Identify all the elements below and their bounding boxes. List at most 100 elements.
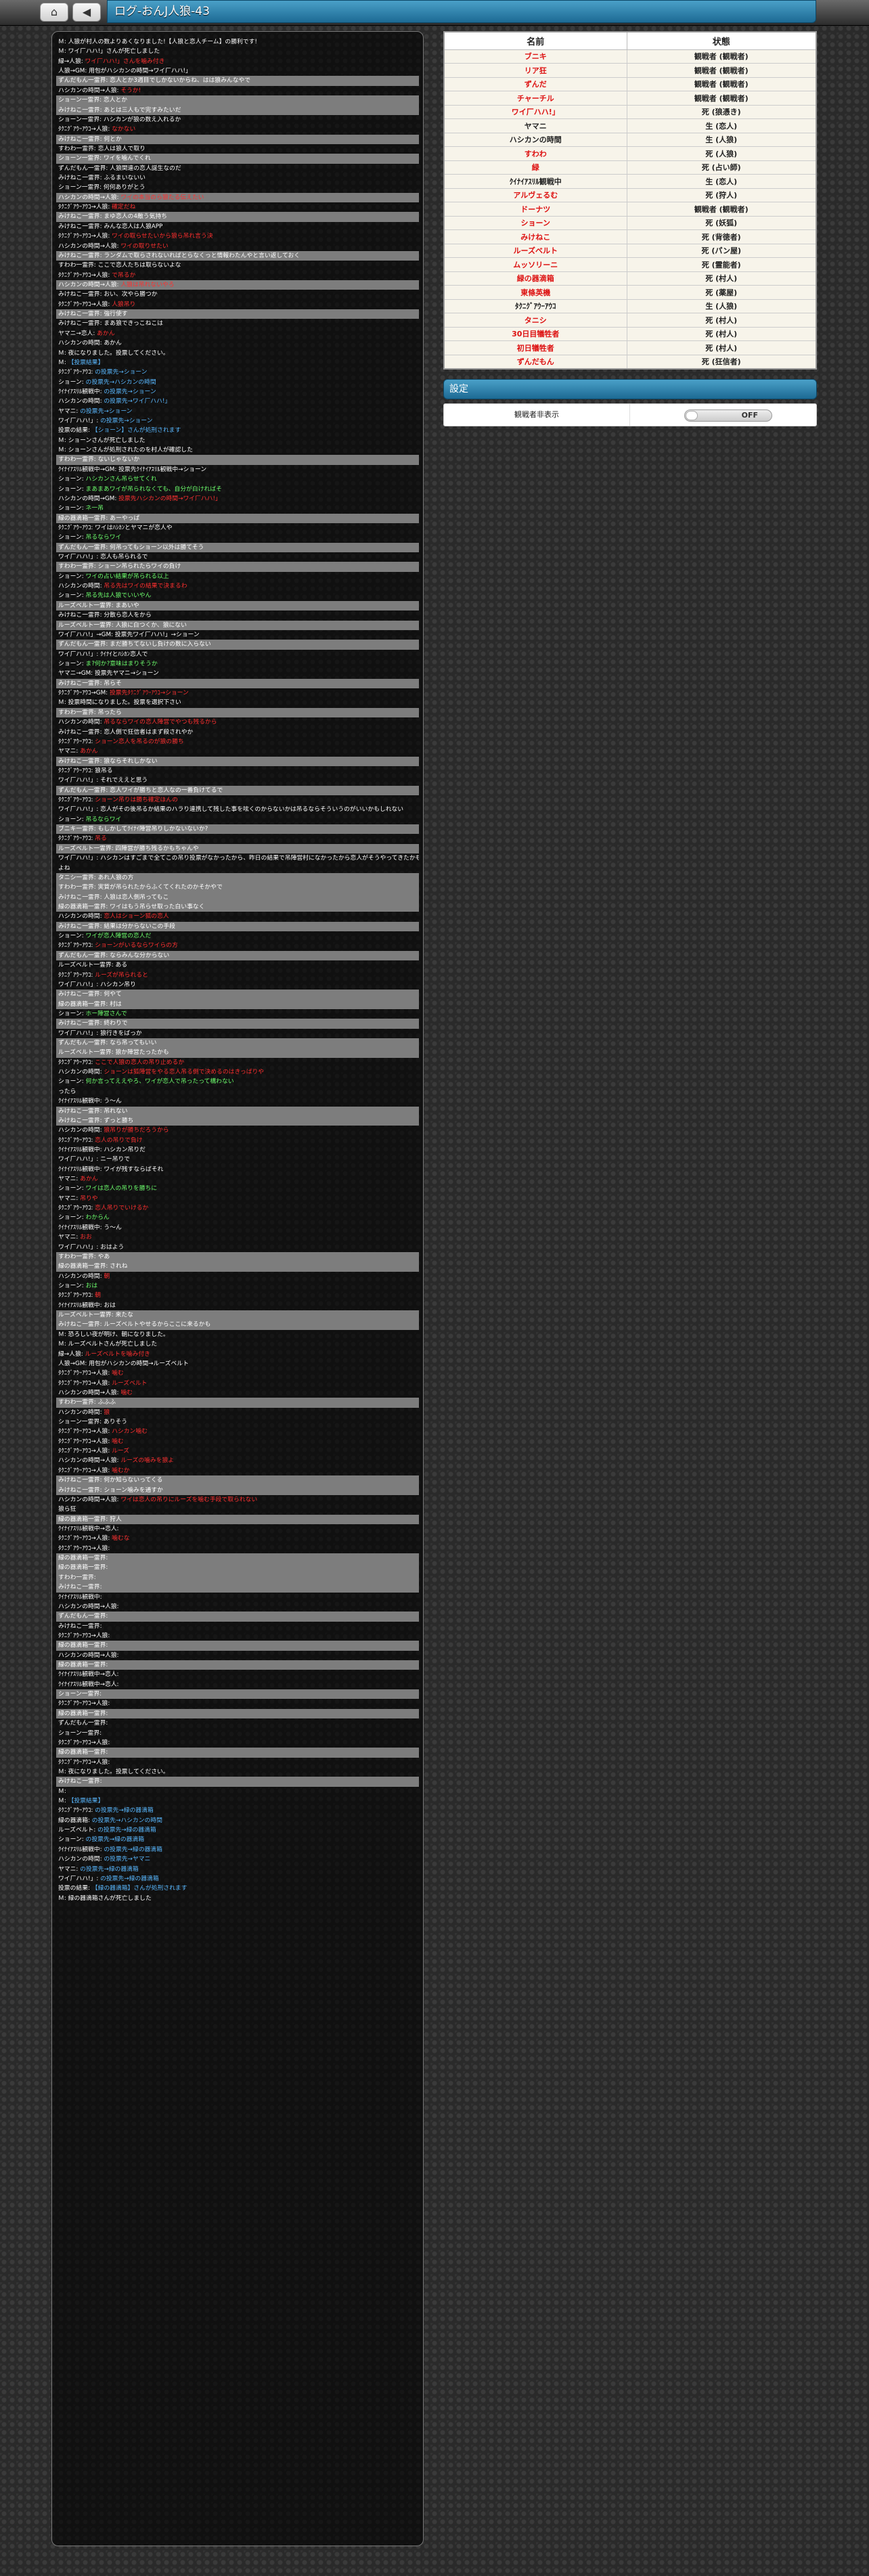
log-speaker: すわわ一霊界 [58,884,94,891]
log-message: 吊らそ [104,680,122,687]
log-speaker: ハシカンの時間→人狼 [58,242,117,250]
log-speaker: みけねこ一霊界 [58,1477,100,1484]
log-line: ﾀｸﾆｸﾞｱｳｰｱｳｺ→人狼: [56,1544,419,1553]
log-speaker: みけねこ一霊界 [58,1321,100,1329]
hide-spectators-toggle[interactable]: OFF [684,409,772,422]
player-status: 死 (村人) [626,271,817,286]
log-line: ショーン: の投票先→ハシカンの時間 [56,378,419,387]
log-separator: : [108,1739,110,1746]
log-speaker: ワイ厂ハハ!」 [58,650,97,658]
log-message: 何やて [104,991,122,998]
log-speaker: ﾀｸﾆｸﾞｱｳｰｱｳｺ [58,971,91,979]
player-status: 死 (狩人) [626,187,817,202]
log-message: 分散ら恋人をから [104,612,152,619]
log-line: みけねこ一霊界: [56,1622,419,1631]
toggle-knob[interactable] [686,410,698,420]
log-line: ハシカンの時間: 吊るならワイの恋人陣営でやつも残るから [56,717,419,727]
log-line: みけねこ一霊界: まあ狼できっこねこは [56,319,419,328]
log-line: ｸｲﾅｲｱｽﾘﾙ観戦中: の投票先→ショーン [56,387,419,397]
log-speaker: ショーン [58,816,82,823]
log-speaker: みけねこ一霊界 [58,291,100,298]
home-button[interactable]: ⌂ [40,3,68,22]
log-line: ハシカンの時間→人狼: 噛む [56,1388,419,1398]
log-speaker: ﾀｸﾆｸﾞｱｳｰｱｳｺ→人狼 [58,1467,108,1474]
log-line: ずんだもん一霊界: なら吊ってもいい [56,1038,419,1048]
log-line: みけねこ一霊界: 人狼は恋人側吊ってもこ [56,892,419,902]
log-message: ルーズベルト [112,1379,148,1387]
log-speaker: ﾀｸﾆｸﾞｱｳｰｱｳｺ→人狼 [58,1632,108,1639]
log-line: みけねこ一霊界: おい、次やら勝つか [56,290,419,299]
log-line: すわわ一霊界: ここで恋人たちは取らないよな [56,261,419,270]
log-line: ワイ厂ハハ!」: の投票先→緑の器滴箱 [56,1874,419,1884]
log-message: 夜になりました。投票してください。 [68,349,169,357]
player-name: ショーン [443,215,627,230]
log-speaker: Ｍ [58,39,64,45]
player-name: ｸｲﾅｲｱｽﾘﾙ観戦中 [443,174,627,189]
log-message: まあいや [115,602,139,609]
log-separator: : [64,1787,66,1795]
log-speaker: ﾀｸﾆｸﾞｱｳｰｱｳｺ→人狼 [58,1370,108,1377]
log-line: みけねこ一霊界: ふるまいないい [56,173,419,183]
log-line: すわわ一霊界: 恋人は狼人で取り [56,144,419,154]
log-line: Ｍ: 人狼が村人の数よりあくなりました!【人狼と恋人チーム】の勝利です! [56,37,419,47]
log-speaker: ルーズベルト一霊界 [58,962,112,969]
player-name: 東條英機 [443,285,627,300]
log-message: 恋人の吊りで負け [95,1136,143,1144]
log-line: ワイ厂ハハ!」: ハシカン吊り [56,980,419,990]
log-message: ある [115,962,128,969]
log-speaker: ヤマニ→恋人 [58,330,93,337]
log-speaker: ルーズベルト一霊界 [58,1049,112,1057]
log-line: ショーン一霊界: [56,1689,419,1700]
log-line: みけねこ一霊界: [56,1582,419,1593]
log-separator: : [106,1710,108,1717]
player-row: ムッソリーニ死 (霊能者) [443,257,817,272]
log-speaker: ハシカンの時間→人狼 [58,1457,117,1465]
top-bar: ⌂ ◀ ログ-おんJ人狼-43 [0,0,869,26]
player-status: 死 (背徳者) [626,229,817,244]
log-speaker: みけねこ一霊界 [58,320,100,328]
log-speaker: すわわ一霊界 [58,1399,94,1406]
log-message: 緑の器滴箱さんが死亡しました [68,1894,152,1902]
log-message: ずっと勝ち [104,1117,134,1124]
log-line: 緑の器滴箱一霊界: [56,1708,419,1719]
log-line: みけねこ一霊界: [56,1777,419,1787]
log-speaker: ｸｲﾅｲｱｽﾘﾙ観戦中 [58,1302,100,1309]
log-line: ﾀｸﾆｸﾞｱｳｰｱｳｺ: ワイはﾊｼｶﾝとヤマニが恋人や [56,523,419,533]
log-speaker: Ｍ [58,48,64,55]
player-status: 死 (村人) [626,313,817,328]
log-speaker: みけねこ一霊界 [58,612,100,619]
log-message: なら吊ってもいい [110,1040,157,1047]
log-line: 狼ら狂 [56,1505,419,1514]
back-button[interactable]: ◀ [72,3,101,22]
log-line: ルーズベルト一霊界: 来たな [56,1310,419,1320]
log-line: みけねこ一霊界: 吊れない [56,1106,419,1116]
log-line: ヤマニ: あかん [56,747,419,756]
player-row: タニシ死 (村人) [443,313,817,328]
player-row: ルーズベルト死 (パン屋) [443,243,817,258]
log-line: みけねこ一霊界: 終わりで [56,1019,419,1029]
log-speaker: 緑の器滴箱一霊界 [58,1749,106,1756]
player-status: 死 (狼憑き) [626,104,817,119]
log-line: ﾀｸﾆｸﾞｱｳｰｱｳｺ→人狼: [56,1758,419,1767]
log-separator: : [116,1525,119,1532]
log-message: の投票先→ショーン [95,369,148,376]
log-message: なかない [112,126,136,133]
player-row: 緑の器滴箱死 (村人) [443,271,817,286]
log-line: みけねこ一霊界: ずっと勝ち [56,1115,419,1126]
log-speaker: みけねこ一霊界 [58,1584,100,1591]
log-line: 緑→人狼: ワイ厂ハハ!」さんを噛み付き [56,57,419,66]
log-line: ルーズベルト一霊界: ある [56,960,419,970]
log-message: 吊るならワイ [85,534,122,541]
player-status: 観戦者 (観戦者) [626,202,817,217]
log-message: ワイ厂ハハ!」さんを噛み付き [85,58,165,65]
chat-log[interactable]: Ｍ: 人狼が村人の数よりあくなりました!【人狼と恋人チーム】の勝利です! Ｍ: ワ… [51,31,424,2546]
log-speaker: ハシカンの時間→人狼 [58,1496,117,1503]
log-message: 狼ならそれしかない [104,757,158,765]
log-message: ニー吊りで [100,1156,131,1163]
log-separator: : [116,1651,119,1659]
log-message: 恋人とか3週目でしかないからね、はは狼みんなやで [110,77,251,85]
log-line: ﾀｸﾆｸﾞｱｳｰｱｳｺ: の投票先→ショーン [56,368,419,377]
log-speaker: ずんだもん一霊界 [58,641,106,648]
log-line: すわわ一霊界: ふふふ [56,1398,419,1408]
log-message: 【投票結果】 [68,1798,104,1805]
